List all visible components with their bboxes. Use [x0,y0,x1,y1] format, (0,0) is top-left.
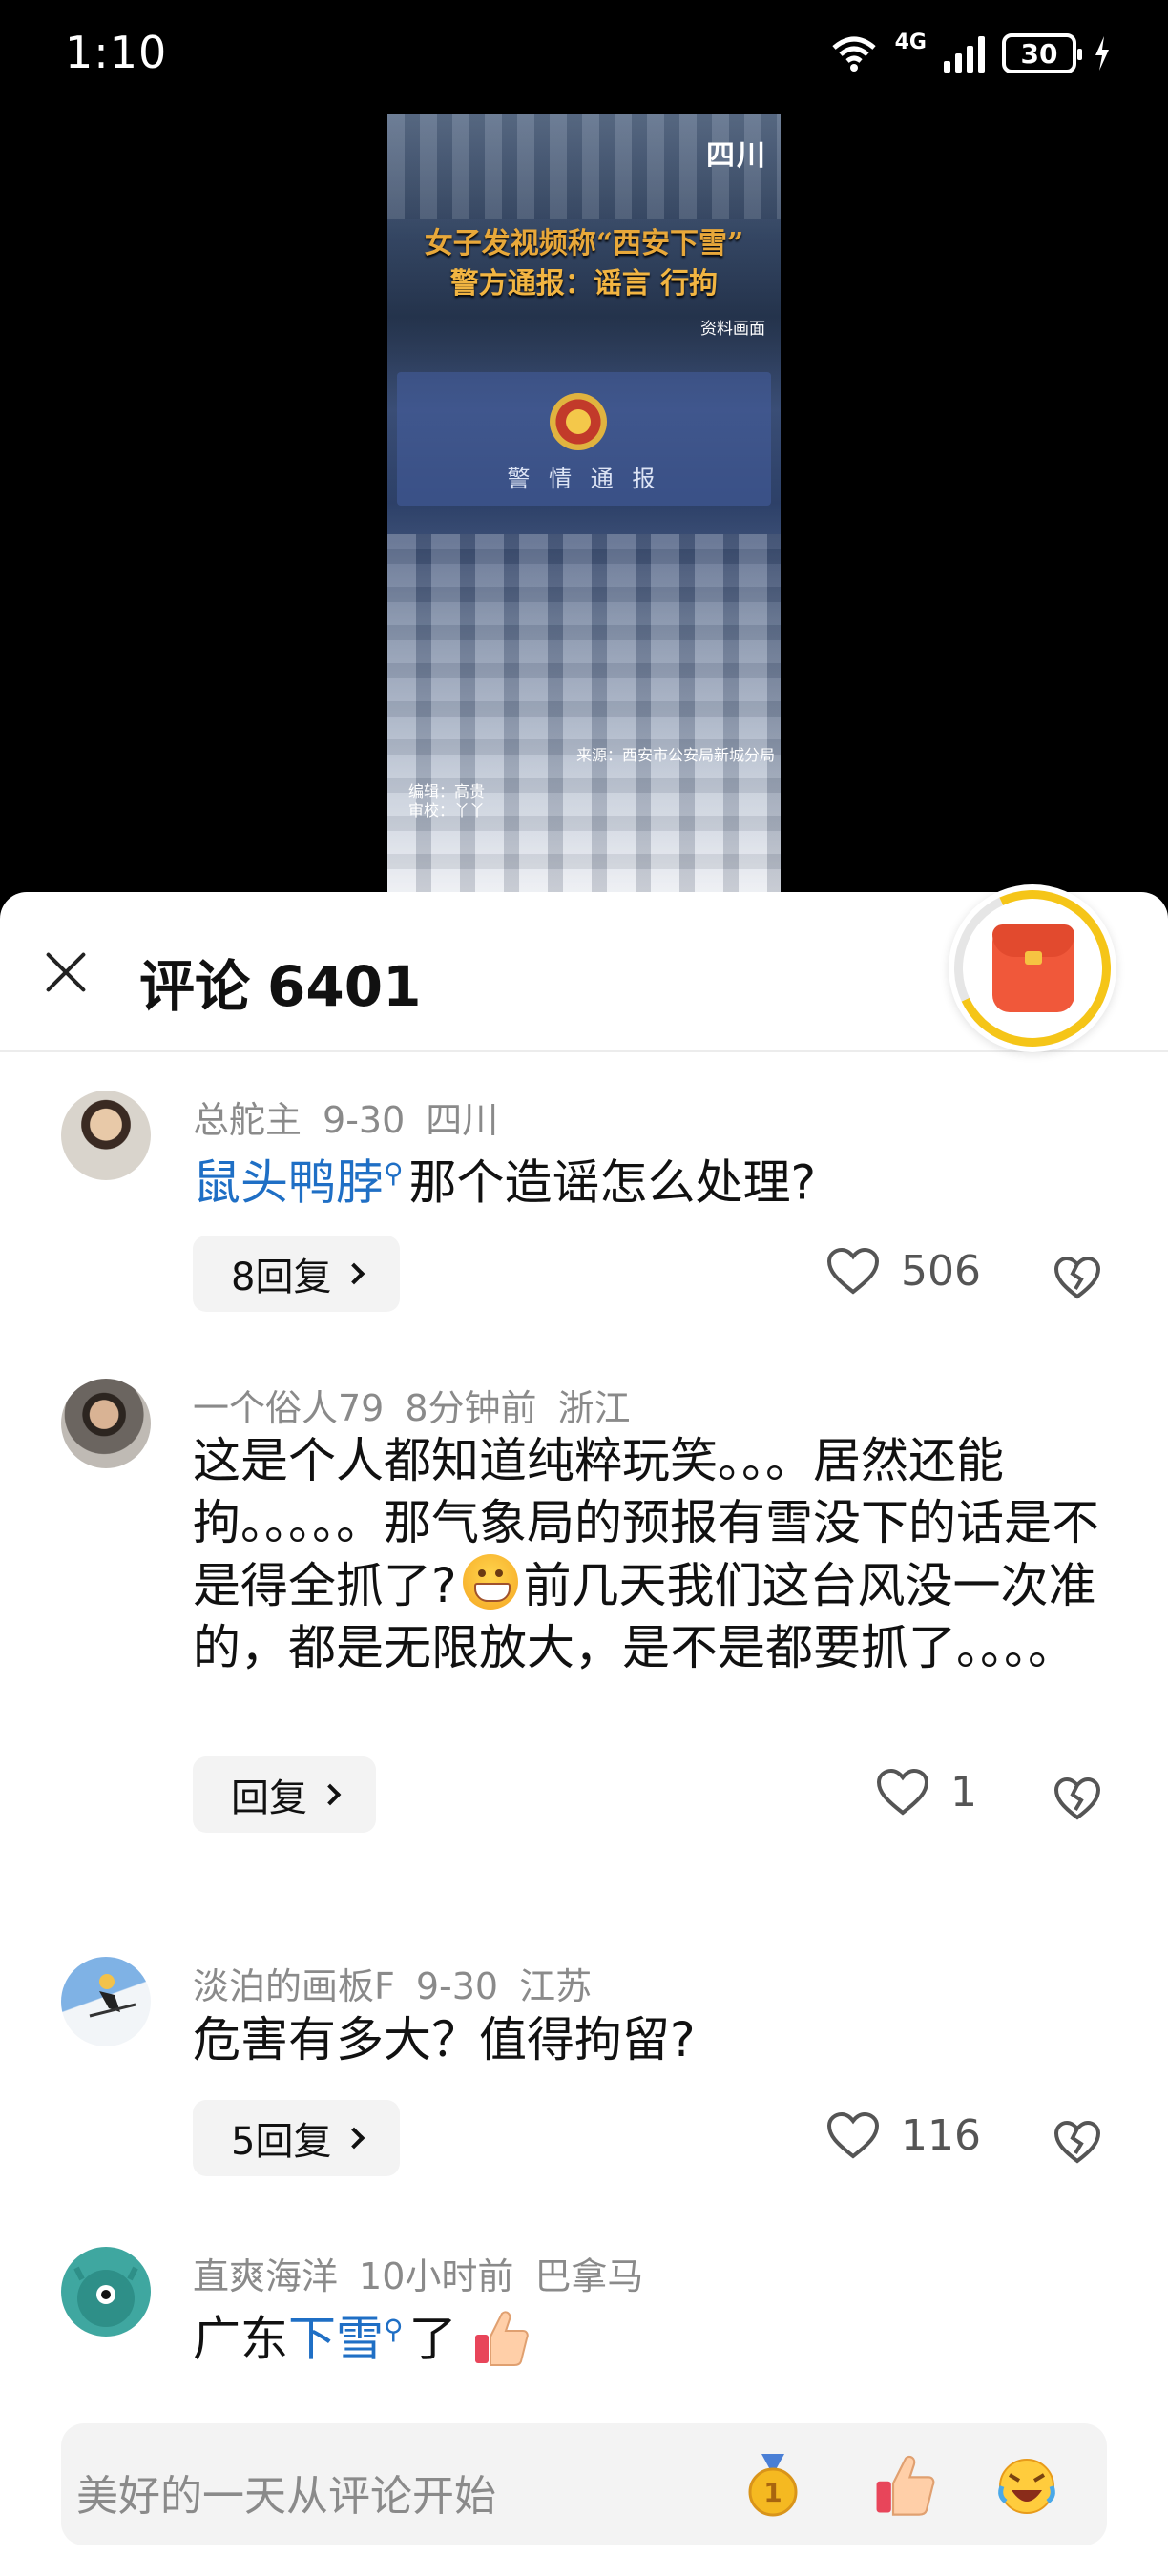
medal-emoji-icon[interactable]: 1 [739,2450,807,2519]
comment-username[interactable]: 直爽海洋 [193,2255,338,2297]
comment-date: 9-30 [415,1965,499,2007]
comment-username[interactable]: 总舵主 [193,1099,302,1141]
heart-icon [826,2111,880,2159]
chevron-right-icon [344,1262,365,1285]
like-button[interactable]: 116 [826,2111,981,2160]
close-icon[interactable] [36,942,95,1001]
chevron-right-icon [344,2127,365,2150]
comment-panel-header: 评论 6401 [0,867,1168,1070]
heart-icon [876,1768,929,1816]
comment-search-link[interactable]: 鼠头鸭脖 [193,1155,384,1211]
comment-body-suffix: 了 [408,2311,457,2367]
comment-panel-title: 评论 6401 [139,942,421,1022]
video-credits: 编辑：高贵 审校：丫丫 [408,782,485,821]
red-packet-seal [1025,951,1042,965]
battery-level: 30 [1020,37,1058,70]
comment-location: 江苏 [519,1965,593,2007]
comment-text: 危害有多大？值得拘留? [193,2008,1109,2071]
heart-icon [826,1247,880,1295]
reply-count-label: 8回复 [231,1256,332,1299]
thumbs-up-emoji-icon [475,2311,530,2366]
comment-date: 9-30 [323,1099,406,1141]
status-bar: 1:10 4G 30 [0,0,1168,114]
comment-count: 6401 [267,954,422,1019]
search-icon[interactable]: ⚲ [384,1157,404,1189]
comment-location: 浙江 [557,1387,631,1429]
video-snowy-roofs [387,534,781,892]
comment-input-placeholder[interactable]: 美好的一天从评论开始 [76,2462,496,2523]
comment-input-bar[interactable]: 美好的一天从评论开始 1 [61,2423,1107,2545]
avatar[interactable] [61,1091,151,1180]
video-frame[interactable]: 四川 女子发视频称“西安下雪” 警方通报：谣言 行拘 资料画面 警 情 通 报 … [387,114,781,892]
broken-heart-icon[interactable] [1053,1255,1101,1302]
reply-count-label: 5回复 [231,2120,332,2164]
video-reviewer: 审校：丫丫 [408,801,486,820]
avatar[interactable] [61,1957,151,2046]
like-count: 1 [950,1768,977,1817]
like-count: 506 [901,1247,981,1296]
view-replies-button[interactable]: 8回复 [193,1236,401,1312]
comment-meta: 淡泊的画板F 9-30 江苏 [193,1957,613,2009]
reply-button[interactable]: 回复 [193,1756,376,1833]
broken-heart-icon[interactable] [1053,2119,1101,2167]
comment-body: 那个造谣怎么处理? [408,1154,817,1211]
comment-location: 巴拿马 [534,2255,644,2297]
broken-heart-icon[interactable] [1053,1776,1101,1823]
thumbs-up-emoji-icon[interactable] [870,2450,939,2519]
laughing-emoji-icon[interactable] [992,2450,1061,2519]
skier-avatar-icon [89,1974,136,2018]
video-channel-logo: 四川 [706,139,767,173]
comment-text: 鼠头鸭脖⚲ 那个造谣怎么处理? [193,1142,1109,1215]
comment-meta: 一个俗人79 8分钟前 浙江 [193,1379,652,1431]
reply-label: 回复 [231,1776,307,1820]
comment-username[interactable]: 一个俗人79 [193,1387,384,1429]
comment-search-link[interactable]: 下雪 [288,2312,384,2367]
video-editor: 编辑：高贵 [408,782,486,800]
network-type-label: 4G [894,31,927,54]
status-icons: 4G 30 [830,32,1111,74]
like-button[interactable]: 1 [876,1768,977,1817]
video-police-banner: 警 情 通 报 [507,466,661,492]
battery-icon: 30 [1002,33,1082,73]
svg-text:1: 1 [763,2477,782,2508]
comment-location: 四川 [426,1099,499,1141]
comment-meta: 直爽海洋 10小时前 巴拿马 [193,2247,664,2299]
video-stock-note: 资料画面 [700,320,765,339]
comment-body-prefix: 广东 [193,2311,288,2367]
search-icon[interactable]: ⚲ [384,2314,404,2345]
video-headline-1: 女子发视频称“西安下雪” [424,227,744,260]
like-button[interactable]: 506 [826,1247,981,1296]
red-packet-button[interactable] [931,867,1134,1070]
avatar[interactable] [61,2247,151,2337]
comment-body: 危害有多大？值得拘留? [193,2012,696,2067]
video-headline-2: 警方通报：谣言 行拘 [449,267,719,301]
signal-icon [944,34,985,73]
video-source: 来源：西安市公安局新城分局 [575,746,775,764]
view-replies-button[interactable]: 5回复 [193,2100,401,2176]
comment-panel: 评论 6401 总舵主 9-30 四川 鼠头鸭脖⚲ 那个造谣怎么处理? 8回复 506 [0,867,1168,2576]
comment-date: 10小时前 [359,2255,514,2297]
comment-title-label: 评论 [139,954,251,1019]
comment-username[interactable]: 淡泊的画板F [193,1965,395,2007]
comment-text: 广东下雪⚲ 了 [193,2298,1109,2371]
wifi-icon [831,36,876,72]
comment-meta: 总舵主 9-30 四川 [193,1091,519,1143]
comment-text: 这是个人都知道纯粹玩笑。。。居然还能拘。。。。。那气象局的预报有雪没下的话是不是… [193,1430,1109,1679]
comment-date: 8分钟前 [405,1387,537,1429]
chevron-right-icon [319,1783,342,1806]
status-time: 1:10 [65,27,168,78]
grinning-face-emoji-icon [462,1554,518,1610]
avatar[interactable] [61,1379,151,1468]
charging-icon [1095,36,1109,71]
police-badge-icon [550,393,607,450]
video-player[interactable]: 四川 女子发视频称“西安下雪” 警方通报：谣言 行拘 资料画面 警 情 通 报 … [0,114,1168,892]
monster-avatar-icon [73,2266,138,2327]
like-count: 116 [901,2111,981,2160]
